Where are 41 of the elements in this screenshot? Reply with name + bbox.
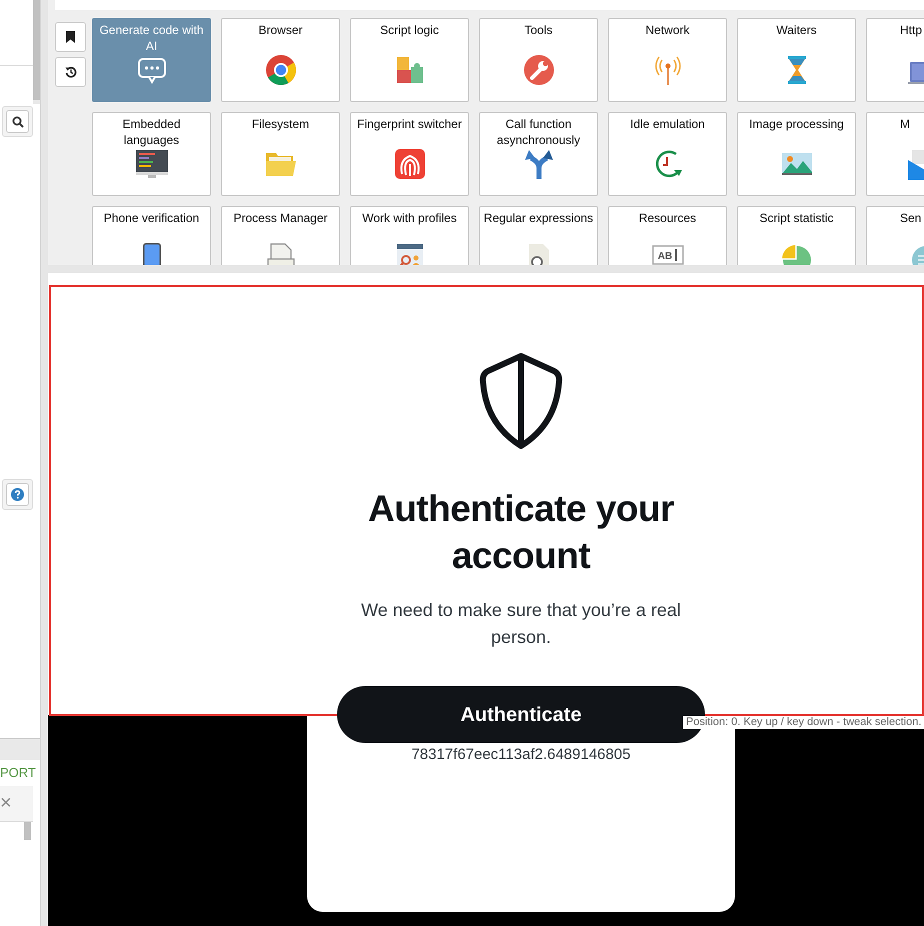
heading: Authenticate your account	[366, 487, 676, 578]
palette-tile[interactable]: Tools	[479, 18, 598, 102]
envelope-icon	[908, 148, 924, 180]
palette-tile[interactable]: M	[866, 112, 924, 196]
palette-tile[interactable]: Filesystem	[221, 112, 340, 196]
panel-header-bar	[0, 738, 40, 760]
scrollbar[interactable]	[33, 0, 40, 104]
wrench-icon	[522, 54, 554, 86]
palette-tile[interactable]: Call function asynchronously	[479, 112, 598, 196]
history-icon	[64, 66, 76, 78]
palette-tile[interactable]: Browser	[221, 18, 340, 102]
palette-tile[interactable]: Network	[608, 18, 727, 102]
token-text: 78317f67eec113af2.6489146805	[411, 746, 631, 764]
scrollbar[interactable]	[24, 822, 31, 840]
search-button[interactable]	[6, 110, 29, 133]
history-button[interactable]	[55, 57, 86, 87]
search-icon	[12, 116, 24, 128]
palette-tile[interactable]: Waiters	[737, 18, 856, 102]
palette-tile[interactable]: Phone verification	[92, 206, 211, 265]
palette-tile[interactable]: Script statistic	[737, 206, 856, 265]
palette-tile[interactable]: Sen	[866, 206, 924, 265]
palette-tile[interactable]: Embedded languages	[92, 112, 211, 196]
palette-tile[interactable]: Image processing	[737, 112, 856, 196]
palette-tile[interactable]: Idle emulation	[608, 112, 727, 196]
palette-tile[interactable]: Regular expressions	[479, 206, 598, 265]
palette-tile[interactable]: Process Manager	[221, 206, 340, 265]
help-button[interactable]	[6, 483, 29, 506]
palette-tile[interactable]: Script logic	[350, 18, 469, 102]
palette-tile[interactable]: Work with profiles	[350, 206, 469, 265]
bookmark-icon	[66, 31, 75, 43]
palette-tile[interactable]: Fingerprint switcher	[350, 112, 469, 196]
help-icon	[11, 488, 24, 501]
bookmark-button[interactable]	[55, 22, 86, 52]
tooltip: Position: 0. Key up / key down - tweak selection.	[683, 716, 924, 729]
code-monitor-icon	[136, 148, 168, 180]
description-text: We need to make sure that you’re a real person.	[360, 599, 682, 649]
fingerprint-icon	[394, 148, 426, 180]
browser-icon	[264, 54, 296, 86]
palette-tile[interactable]: Http	[866, 18, 924, 102]
palette-tile[interactable]: Resources AB	[608, 206, 727, 265]
fork-arrows-icon	[522, 148, 554, 180]
